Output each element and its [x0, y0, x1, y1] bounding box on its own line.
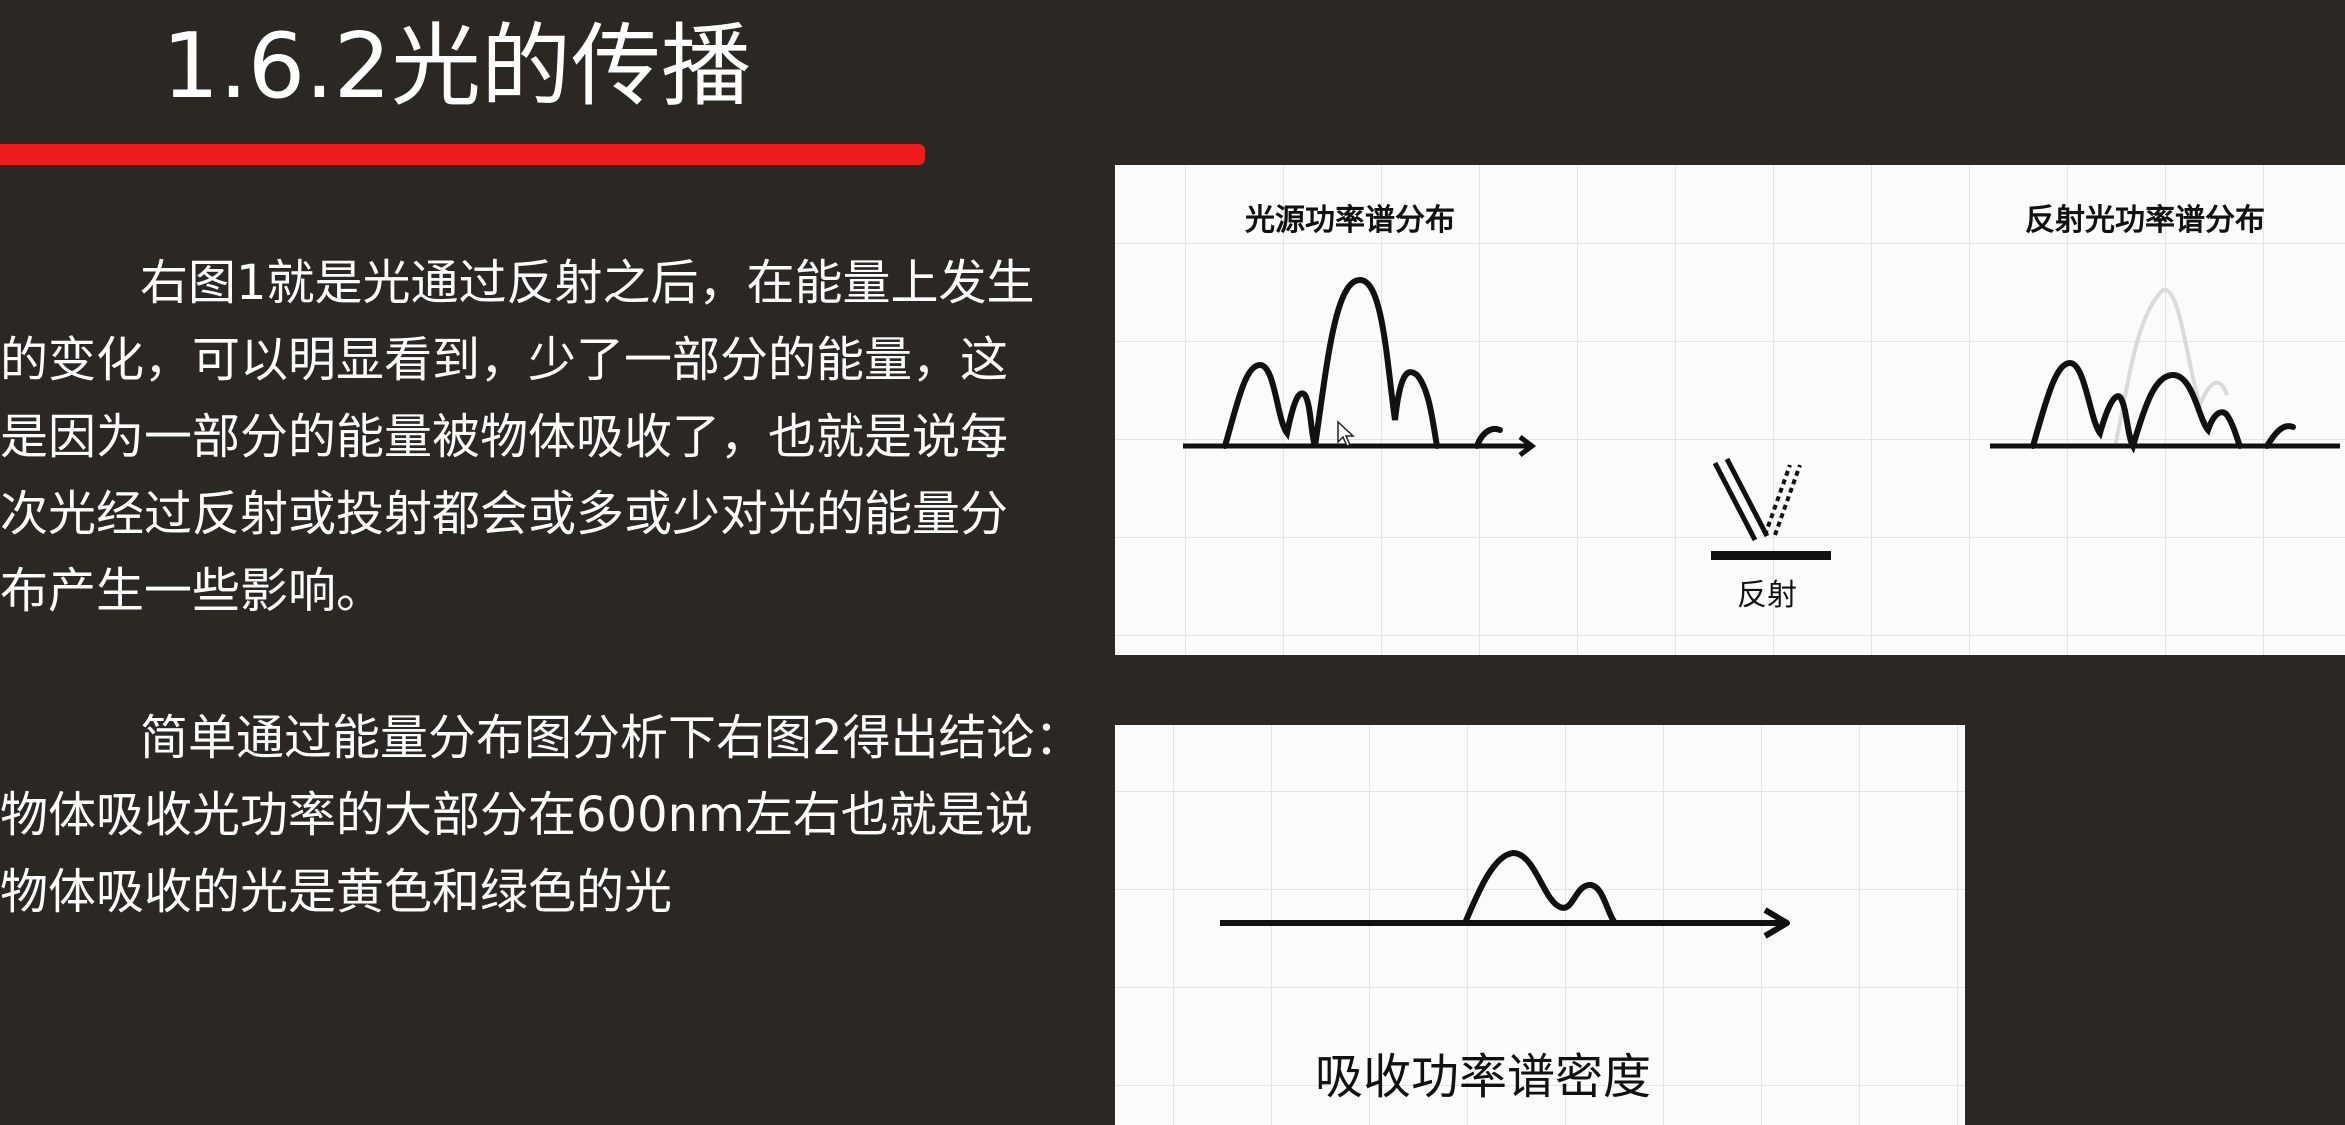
mouse-cursor-icon — [1337, 420, 1355, 447]
paragraph-reflection-explanation: 右图1就是光通过反射之后，在能量上发生 的变化，可以明显看到，少了一部分的能量，… — [0, 245, 1050, 630]
title-underline-bar — [0, 144, 925, 165]
figure-absorption-spectrum: 吸收功率谱密度 — [1115, 725, 1965, 1125]
paragraph-line: 是因为一部分的能量被物体吸收了，也就是说每 — [0, 409, 1009, 465]
paragraph-line: 物体吸收光功率的大部分在600nm左右也就是说 — [0, 787, 1033, 843]
slide-title: 1.6.2光的传播 — [162, 14, 751, 119]
reflection-surface — [1711, 551, 1831, 560]
paragraph-line: 简单通过能量分布图分析下右图2得出结论： — [140, 710, 1083, 766]
paragraph-line: 布产生一些影响。 — [0, 563, 385, 619]
figure-reflection-spectrum: 光源功率谱分布 反射光功率谱分布 反射 — [1115, 165, 2345, 655]
slide: 1.6.2光的传播 右图1就是光通过反射之后，在能量上发生 的变化，可以明显看到… — [0, 0, 2345, 1125]
source-spectrum-label: 光源功率谱分布 — [1245, 203, 1455, 238]
paragraph-line: 的变化，可以明显看到，少了一部分的能量，这 — [0, 332, 1009, 388]
paragraph-line: 物体吸收的光是黄色和绿色的光 — [0, 864, 673, 920]
paragraph-line: 右图1就是光通过反射之后，在能量上发生 — [140, 255, 1035, 311]
reflection-label: 反射 — [1737, 578, 1797, 613]
absorption-spectrum-label: 吸收功率谱密度 — [1315, 1049, 1652, 1105]
reflected-spectrum-label: 反射光功率谱分布 — [2025, 203, 2265, 238]
paragraph-conclusion: 简单通过能量分布图分析下右图2得出结论： 物体吸收光功率的大部分在600nm左右… — [0, 700, 1083, 931]
paragraph-line: 次光经过反射或投射都会或多或少对光的能量分 — [0, 486, 1009, 542]
